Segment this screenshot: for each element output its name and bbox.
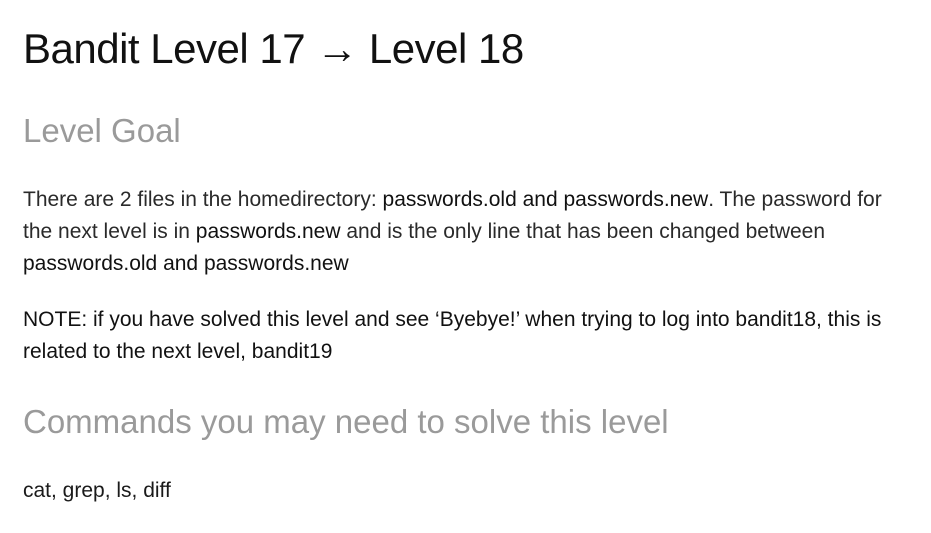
goal-files-code: passwords.old and passwords.new [382,188,709,211]
goal-files-code-2: passwords.old and passwords.new [23,252,349,275]
goal-new-file-code: passwords.new [195,220,341,243]
commands-heading: Commands you may need to solve this leve… [23,403,669,440]
commands-list: cat, grep, ls, diff [23,479,171,502]
goal-text-part-5: and is the only line that has been chang… [340,220,826,243]
goal-text-part-1: There are 2 files in the homedirectory: [23,188,383,211]
level-page: Bandit Level 17 → Level 18 Level Goal Th… [0,0,931,533]
level-goal-heading: Level Goal [23,112,181,149]
note-text: NOTE: if you have solved this level and … [23,308,882,363]
level-goal-text: There are 2 files in the homedirectory: … [23,184,913,280]
page-title: Bandit Level 17 → Level 18 [23,25,524,72]
